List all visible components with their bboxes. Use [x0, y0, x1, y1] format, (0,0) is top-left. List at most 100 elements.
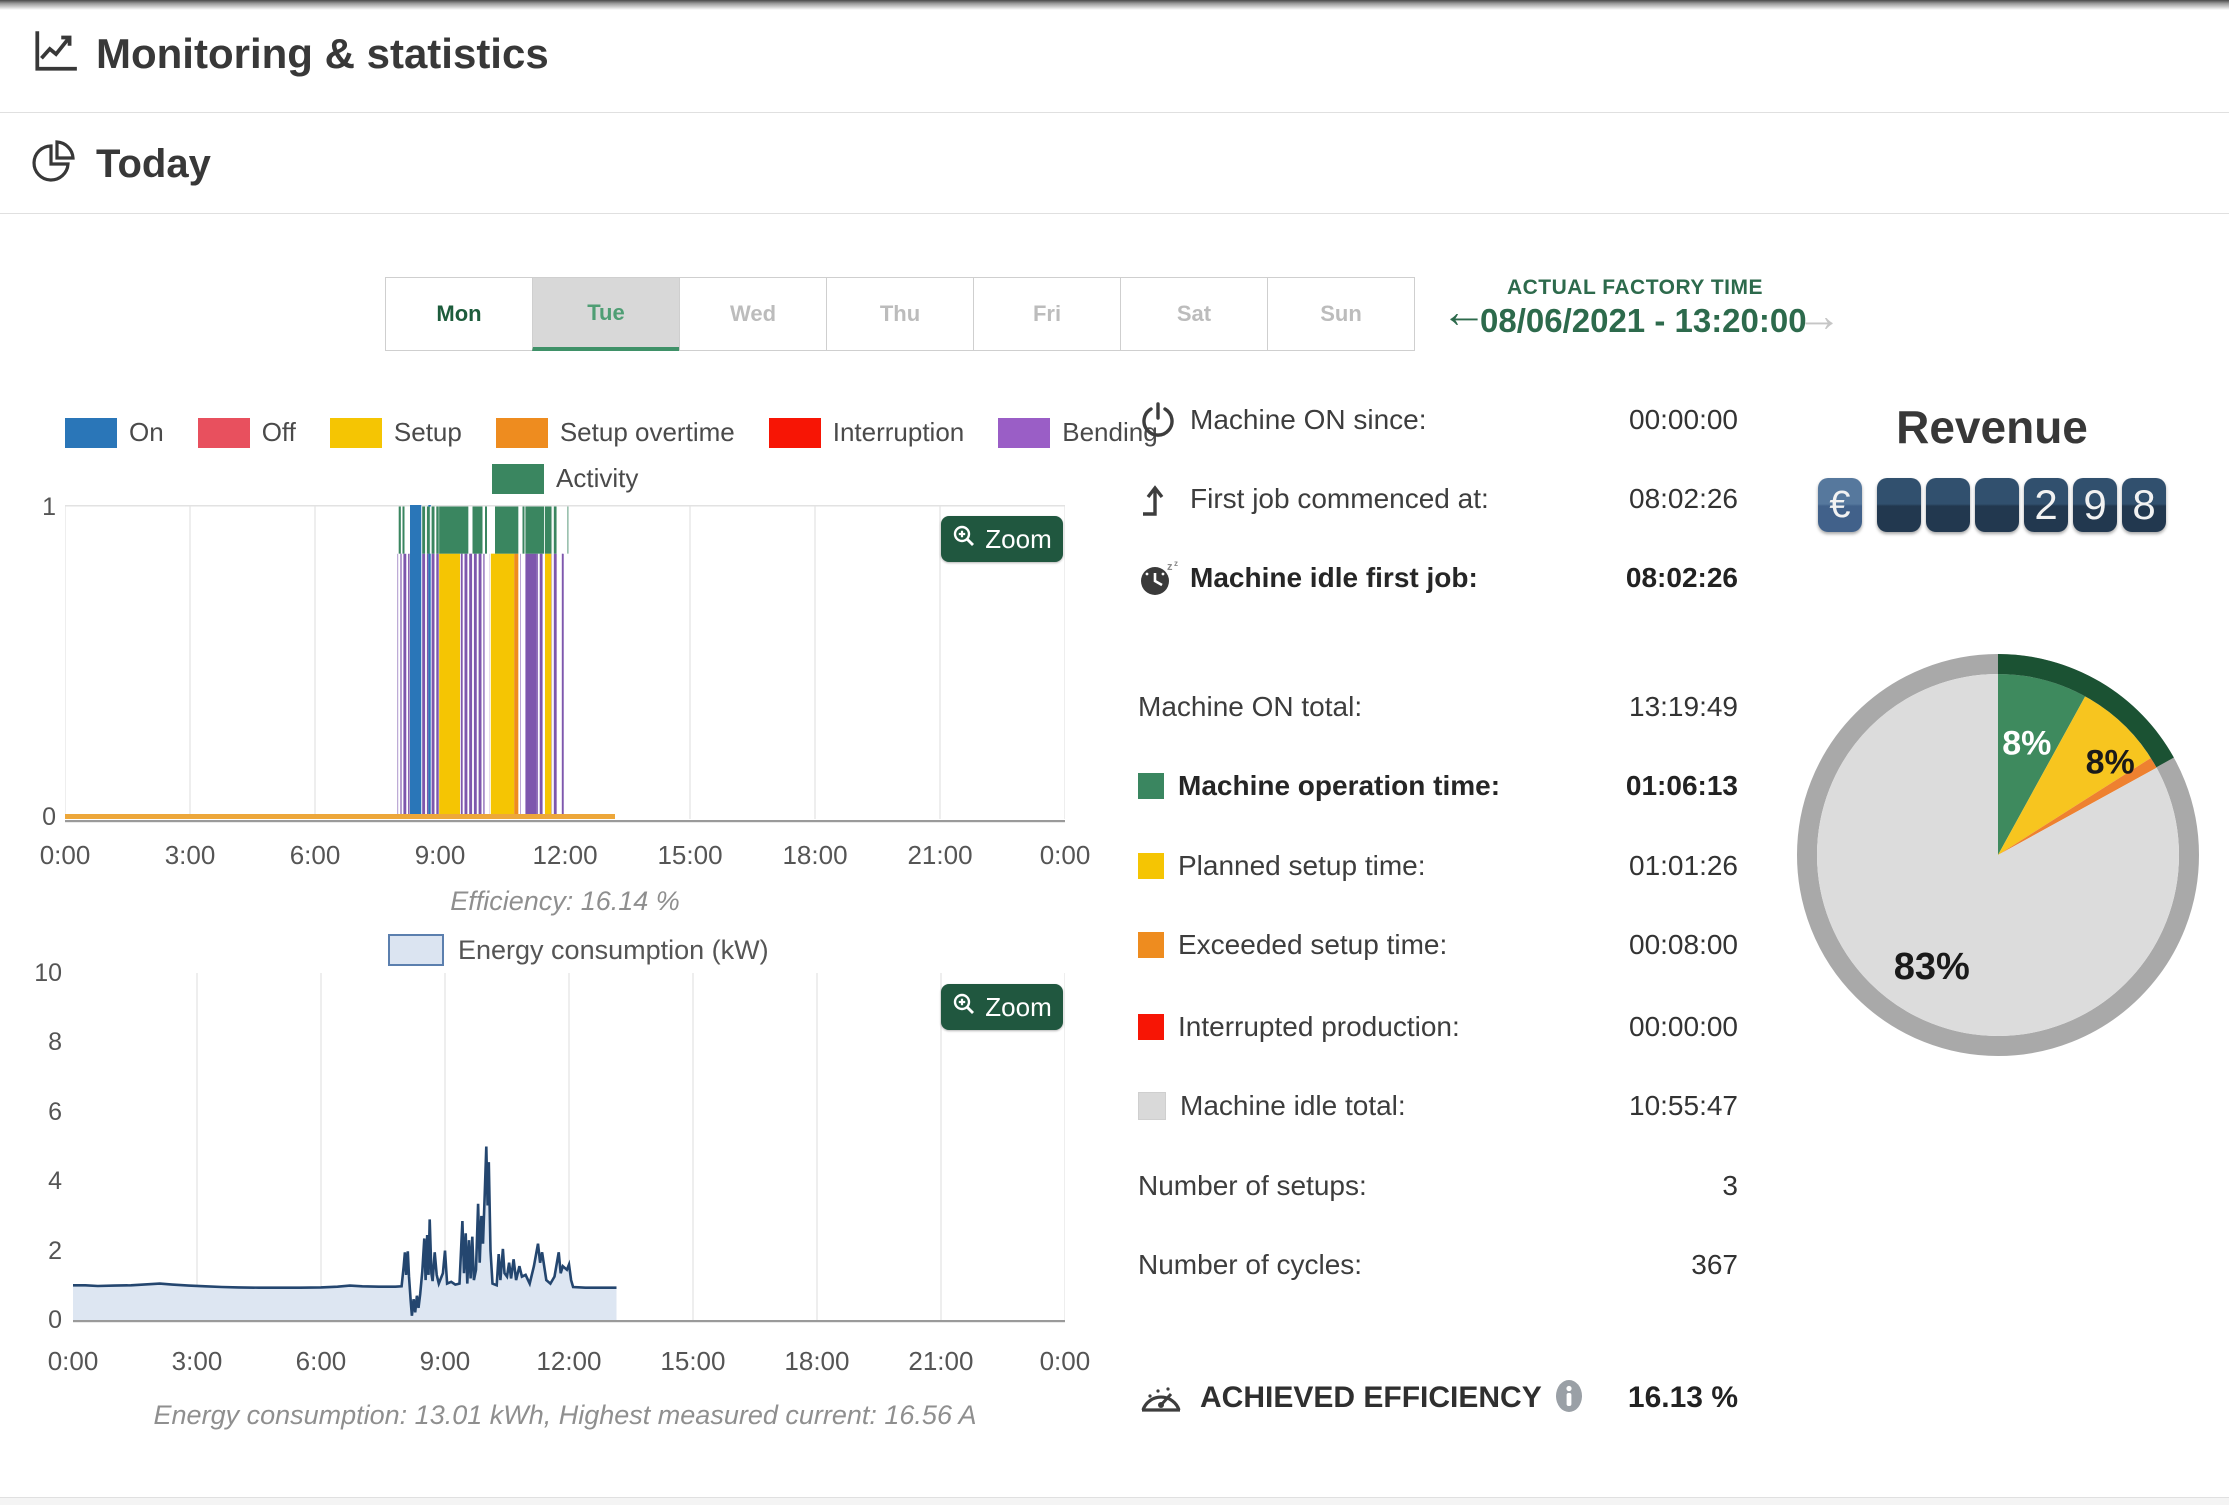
legend-item: Activity [492, 463, 638, 494]
legend-swatch [329, 417, 382, 448]
tab-day-label: Mon [436, 301, 482, 326]
stat-value: 08:02:26 [1629, 483, 1738, 514]
energy-x-tick: 3:00 [171, 1346, 223, 1376]
energy-zoom-button[interactable]: Zoom [941, 984, 1063, 1030]
tab-day-wed[interactable]: Wed [679, 277, 827, 351]
stat-label: Machine operation time: [1178, 770, 1501, 801]
stat-value: 00:00:00 [1629, 1011, 1738, 1042]
page-title: Monitoring & statistics [96, 29, 549, 77]
revenue-counter: €2 9 8 [1818, 478, 2171, 532]
stat-label: Exceeded setup time: [1178, 929, 1448, 960]
line-chart-icon [30, 26, 80, 81]
legend-label: Setup overtime [559, 417, 735, 447]
machine-status-chart[interactable] [64, 505, 1066, 823]
idle-clock-icon: zz [1138, 558, 1190, 598]
tab-day-label: Fri [1032, 301, 1062, 326]
stat-row: Number of setups: 3 [1138, 1157, 1738, 1215]
tab-day-label: Tue [587, 299, 625, 325]
status-legend-row2: Activity [492, 463, 638, 494]
timeline-y-tick: 1 [42, 493, 56, 521]
energy-y-tick: 10 [34, 959, 62, 987]
legend-item: Bending [998, 417, 1158, 448]
tab-day-label: Thu [879, 301, 921, 326]
idle-clock-icon: zz [1141, 559, 1178, 595]
stat-value: 367 [1691, 1249, 1738, 1280]
header-divider [0, 112, 2229, 113]
magnifier-plus-icon [952, 524, 976, 555]
timeline-x-tick: 0:00 [39, 840, 91, 870]
energy-svg [73, 973, 1066, 1323]
legend-item: Setup [329, 417, 462, 448]
stat-row: Machine ON since: 00:00:00 [1138, 391, 1738, 449]
achieved-efficiency-value: 16.13 % [1627, 1381, 1738, 1414]
timeline-zoom-button[interactable]: Zoom [941, 516, 1063, 562]
energy-x-tick: 6:00 [295, 1346, 347, 1376]
power-icon [1142, 402, 1174, 437]
digit-tile: 9 [2073, 478, 2117, 532]
tab-day-mon[interactable]: Mon [385, 277, 533, 351]
stat-label: Machine idle first job: [1190, 562, 1478, 593]
energy-consumption-chart[interactable] [73, 973, 1066, 1323]
achieved-efficiency-row: ACHIEVED EFFICIENCY 16.13 % [1138, 1369, 1738, 1427]
stat-row: Machine operation time: 01:06:13 [1138, 757, 1738, 815]
energy-x-tick: 18:00 [784, 1346, 850, 1376]
stat-row: Interrupted production: 00:00:00 [1138, 998, 1738, 1056]
energy-y-tick: 2 [48, 1236, 62, 1265]
stat-color-swatch [1138, 1014, 1164, 1040]
revenue-title: Revenue [1896, 401, 2088, 453]
pie-chart-icon [30, 138, 78, 191]
stat-value: 08:02:26 [1625, 562, 1738, 593]
legend-label: Off [261, 417, 296, 447]
energy-x-tick: 0:00 [47, 1346, 99, 1376]
stat-value: 00:00:00 [1629, 404, 1738, 435]
info-icon[interactable] [1554, 1379, 1584, 1418]
stat-value: 00:08:00 [1629, 929, 1738, 960]
monitoring-dashboard: Monitoring & statistics Today Mon Tue Wed T… [0, 0, 2229, 1505]
stat-row: Planned setup time: 01:01:26 [1138, 837, 1738, 895]
energy-caption: Energy consumption: 13.01 kWh, Highest m… [153, 1400, 977, 1430]
stat-value: 3 [1722, 1170, 1738, 1201]
magnifier-plus-icon [952, 992, 976, 1023]
timeline-y-tick: 0 [42, 803, 56, 831]
legend-label: Activity [556, 463, 639, 493]
efficiency-caption: Efficiency: 16.14 % [450, 886, 680, 916]
tab-day-tue[interactable]: Tue [532, 277, 680, 351]
stat-label: Machine ON total: [1138, 691, 1363, 722]
section-header: Today [30, 138, 211, 191]
stat-row: Number of cycles: 367 [1138, 1236, 1738, 1294]
tab-day-fri[interactable]: Fri [973, 277, 1121, 351]
stat-label: Number of cycles: [1138, 1249, 1363, 1280]
legend-item: Interruption [768, 417, 964, 448]
section-title: Today [96, 142, 211, 186]
stat-value: 01:06:13 [1625, 770, 1738, 801]
pie-svg: 8% 8% 83% [1797, 654, 2199, 1056]
energy-x-tick: 12:00 [536, 1346, 602, 1376]
legend-label: Setup [393, 417, 462, 447]
timeline-x-tick: 15:00 [657, 840, 723, 870]
energy-x-tick: 9:00 [419, 1346, 471, 1376]
stat-color-swatch [1138, 932, 1164, 958]
legend-swatch [998, 417, 1051, 448]
energy-y-tick: 6 [48, 1097, 62, 1126]
next-day-arrow[interactable]: → [1796, 292, 1842, 338]
svg-text:z: z [1167, 561, 1173, 573]
bottom-gutter [0, 1498, 2229, 1505]
first-job-icon [1138, 479, 1190, 519]
energy-legend-swatch [388, 934, 444, 966]
energy-x-tick: 21:00 [908, 1346, 974, 1376]
stat-row: First job commenced at: 08:02:26 [1138, 470, 1738, 528]
stat-label: Number of setups: [1138, 1170, 1367, 1201]
legend-swatch [768, 417, 821, 448]
tab-day-thu[interactable]: Thu [826, 277, 974, 351]
power-icon [1138, 400, 1190, 440]
pie-slice-label: 8% [2086, 744, 2135, 782]
stat-color-swatch [1138, 853, 1164, 879]
pie-slice-label: 8% [2002, 725, 2051, 763]
energy-y-tick: 8 [48, 1028, 62, 1057]
stat-row: Machine idle total: 10:55:47 [1138, 1077, 1738, 1135]
stats-panel: Machine ON since: 00:00:00 First job comme… [1138, 0, 1738, 1505]
stat-row: z z Machine idle first job: 08:02:26 [1138, 549, 1738, 607]
timeline-svg [64, 505, 1066, 823]
legend-swatch [492, 463, 544, 494]
zoom-button-label: Zoom [985, 991, 1052, 1022]
